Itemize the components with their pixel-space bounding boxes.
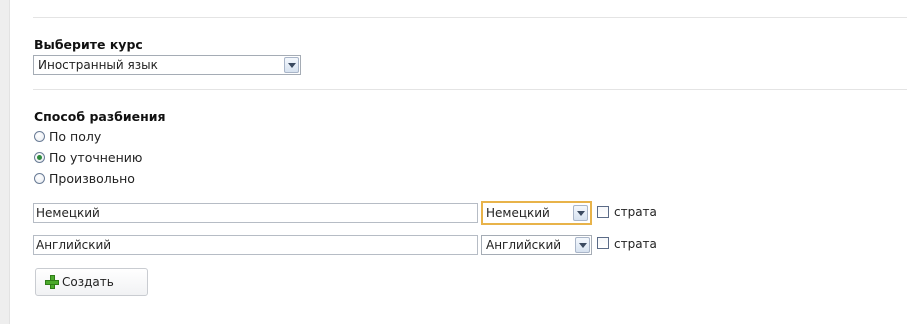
radio-button[interactable] [34,131,45,142]
radio-label: Произвольно [49,171,135,186]
strata-checkbox-label: страта [614,205,657,219]
strata-checkbox[interactable] [597,237,609,249]
radio-label: По полу [49,129,102,144]
group-language-value: Немецкий [486,206,550,220]
top-divider [33,17,907,18]
course-label: Выберите курс [34,37,143,52]
group-language-select[interactable]: Английский [481,235,592,255]
group-language-select[interactable]: Немецкий [481,201,592,225]
left-border-strip [0,0,10,324]
group-name-input[interactable]: Английский [33,235,478,255]
section-divider [33,89,907,90]
course-select-value: Иностранный язык [38,58,158,72]
split-method-label: Способ разбиения [34,109,166,124]
radio-button[interactable] [34,173,45,184]
course-select[interactable]: Иностранный язык [33,55,301,75]
group-name-input[interactable]: Немецкий [33,203,478,223]
strata-checkbox-label: страта [614,237,657,251]
chevron-down-icon[interactable] [573,205,588,221]
radio-button-checked[interactable] [34,152,45,163]
plus-icon [45,275,59,289]
strata-checkbox[interactable] [597,206,609,218]
create-button[interactable]: Создать [35,268,148,296]
radio-label: По уточнению [49,150,143,165]
chevron-down-icon[interactable] [575,237,590,253]
chevron-down-icon[interactable] [284,57,299,73]
group-language-value: Английский [486,238,562,252]
create-button-label: Создать [62,275,114,289]
